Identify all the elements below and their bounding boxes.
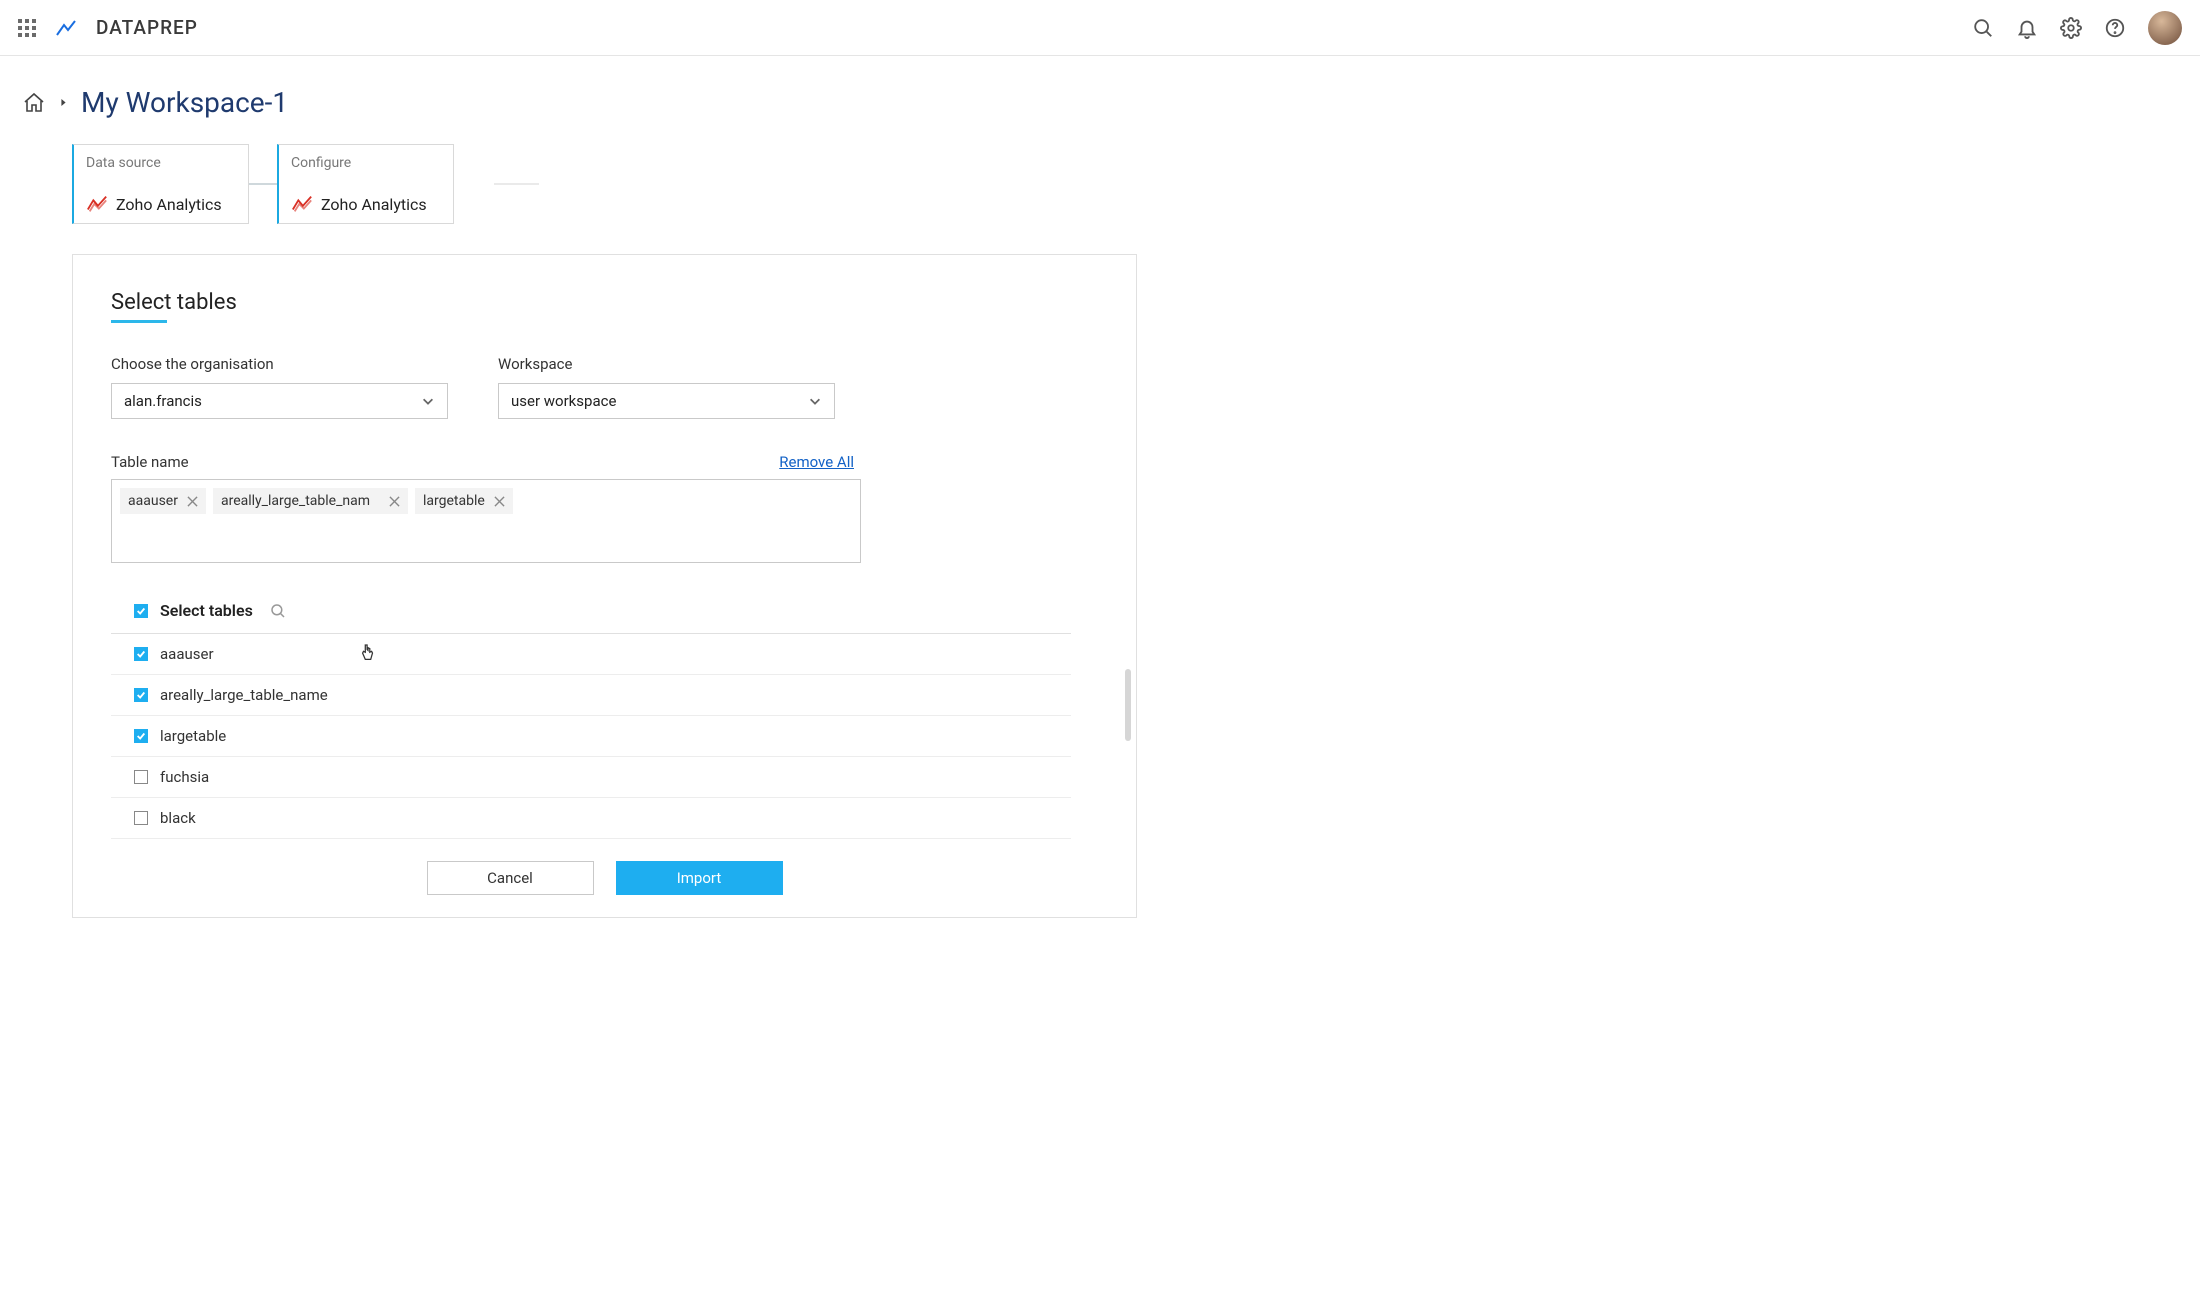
logo-text: DATAPREP bbox=[96, 16, 198, 39]
page-title: My Workspace-1 bbox=[81, 86, 288, 119]
org-label: Choose the organisation bbox=[111, 355, 448, 373]
step-connector-faded bbox=[494, 183, 539, 185]
step-data-source[interactable]: Data source Zoho Analytics bbox=[72, 144, 249, 224]
bell-icon[interactable] bbox=[2016, 17, 2038, 39]
step-label: Configure bbox=[291, 155, 441, 171]
chevron-down-icon bbox=[421, 394, 435, 408]
table-name: largetable bbox=[160, 727, 226, 745]
cancel-button[interactable]: Cancel bbox=[427, 861, 594, 895]
chevron-right-icon bbox=[60, 99, 67, 106]
remove-all-link[interactable]: Remove All bbox=[779, 453, 854, 471]
step-connector bbox=[249, 183, 277, 185]
scrollbar-thumb[interactable] bbox=[1125, 669, 1131, 741]
import-button[interactable]: Import bbox=[616, 861, 783, 895]
table-name: aaauser bbox=[160, 645, 214, 663]
table-name: areally_large_table_name bbox=[160, 686, 328, 704]
table-name: black bbox=[160, 809, 196, 827]
org-select[interactable]: alan.francis bbox=[111, 383, 448, 419]
org-field: Choose the organisation alan.francis bbox=[111, 355, 448, 419]
close-icon[interactable] bbox=[187, 496, 198, 507]
close-icon[interactable] bbox=[389, 496, 400, 507]
table-checkbox[interactable] bbox=[134, 729, 148, 743]
workspace-field: Workspace user workspace bbox=[498, 355, 835, 419]
zoho-analytics-icon bbox=[86, 193, 108, 215]
table-checkbox[interactable] bbox=[134, 811, 148, 825]
search-icon[interactable] bbox=[269, 602, 287, 620]
tag-label: areally_large_table_nam bbox=[221, 493, 370, 509]
workspace-value: user workspace bbox=[511, 392, 616, 410]
table-name: fuchsia bbox=[160, 768, 209, 786]
footer-actions: Cancel Import bbox=[111, 861, 1098, 895]
panel-title: Select tables bbox=[111, 290, 237, 321]
tables-list: Select tables aaauser areally_large_tabl… bbox=[111, 591, 1071, 839]
help-icon[interactable] bbox=[2104, 17, 2126, 39]
logo-icon bbox=[54, 16, 78, 40]
apps-grid-icon[interactable] bbox=[18, 19, 36, 37]
tag: aaauser bbox=[120, 488, 206, 514]
scrollbar[interactable] bbox=[1125, 651, 1131, 751]
home-icon[interactable] bbox=[22, 91, 46, 115]
tables-header-title: Select tables bbox=[160, 601, 253, 620]
header-left: DATAPREP bbox=[18, 16, 198, 40]
tag: largetable bbox=[415, 488, 513, 514]
chevron-down-icon bbox=[808, 394, 822, 408]
table-checkbox[interactable] bbox=[134, 647, 148, 661]
table-row[interactable]: fuchsia bbox=[111, 757, 1071, 798]
header-right bbox=[1972, 11, 2182, 45]
cursor-icon bbox=[359, 643, 377, 665]
search-icon[interactable] bbox=[1972, 17, 1994, 39]
close-icon[interactable] bbox=[494, 496, 505, 507]
table-row[interactable]: largetable bbox=[111, 716, 1071, 757]
tag-label: largetable bbox=[423, 493, 485, 509]
tag-label: aaauser bbox=[128, 493, 178, 509]
table-checkbox[interactable] bbox=[134, 688, 148, 702]
table-checkbox[interactable] bbox=[134, 770, 148, 784]
gear-icon[interactable] bbox=[2060, 17, 2082, 39]
workspace-select[interactable]: user workspace bbox=[498, 383, 835, 419]
step-label: Data source bbox=[86, 155, 236, 171]
table-row[interactable]: aaauser bbox=[111, 634, 1071, 675]
workspace-label: Workspace bbox=[498, 355, 835, 373]
config-panel: Select tables Choose the organisation al… bbox=[72, 254, 1137, 918]
step-value: Zoho Analytics bbox=[116, 195, 222, 214]
table-name-input[interactable]: aaauser areally_large_table_nam largetab… bbox=[111, 479, 861, 563]
breadcrumb: My Workspace-1 bbox=[0, 56, 2200, 144]
zoho-analytics-icon bbox=[291, 193, 313, 215]
steps-row: Data source Zoho Analytics Configure Zoh… bbox=[72, 144, 2200, 224]
step-value: Zoho Analytics bbox=[321, 195, 427, 214]
table-row[interactable]: black bbox=[111, 798, 1071, 839]
org-value: alan.francis bbox=[124, 392, 202, 410]
step-configure[interactable]: Configure Zoho Analytics bbox=[277, 144, 454, 224]
table-name-label: Table name bbox=[111, 453, 189, 471]
select-all-checkbox[interactable] bbox=[134, 604, 148, 618]
table-row[interactable]: areally_large_table_name bbox=[111, 675, 1071, 716]
tag: areally_large_table_nam bbox=[213, 488, 408, 514]
avatar[interactable] bbox=[2148, 11, 2182, 45]
app-header: DATAPREP bbox=[0, 0, 2200, 56]
